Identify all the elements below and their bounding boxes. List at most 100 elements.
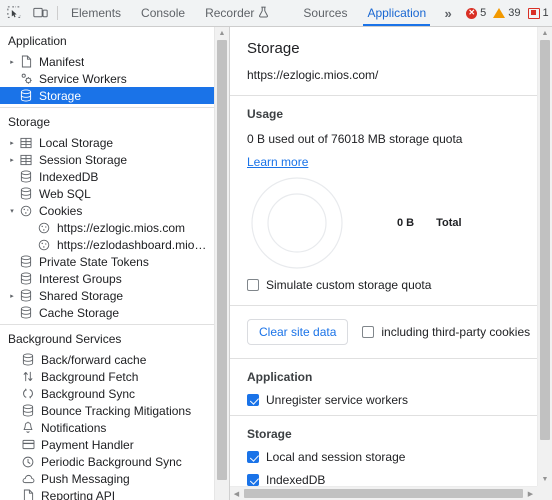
sidebar-item-manifest[interactable]: ▸ Manifest	[0, 53, 214, 70]
tab-application[interactable]: Application	[357, 0, 436, 26]
error-counter[interactable]: ✕ 5	[466, 7, 486, 19]
third-party-cookies-checkbox[interactable]	[362, 326, 375, 338]
scroll-right-arrow-icon[interactable]: ▶	[524, 490, 537, 498]
table-icon	[18, 154, 34, 166]
database-icon	[18, 89, 34, 102]
tab-elements-label: Elements	[71, 6, 122, 20]
unregister-service-workers-checkbox[interactable]	[247, 394, 259, 406]
clear-site-data-button[interactable]: Clear site data	[247, 319, 349, 345]
issues-counter[interactable]: 1	[527, 7, 549, 19]
sidebar-item-background-sync[interactable]: Background Sync	[0, 385, 214, 402]
sidebar-item-manifest-label: Manifest	[39, 54, 85, 69]
database-icon	[20, 404, 36, 417]
sidebar-item-cookies-label: Cookies	[39, 203, 83, 218]
sidebar-item-service-workers-label: Service Workers	[39, 71, 127, 86]
scroll-down-arrow-icon[interactable]: ▼	[538, 473, 552, 486]
sidebar-item-interest-groups[interactable]: Interest Groups	[0, 270, 214, 287]
sidebar-item-cookie-origin-2[interactable]: https://ezlodashboard.mios.com	[0, 236, 214, 253]
warning-counter[interactable]: 39	[493, 7, 521, 19]
sidebar-item-session-storage[interactable]: ▸ Session Storage	[0, 151, 214, 168]
sidebar-item-indexeddb-label: IndexedDB	[39, 169, 99, 184]
local-session-storage-checkbox[interactable]	[247, 451, 259, 463]
sidebar-item-background-fetch[interactable]: Background Fetch	[0, 368, 214, 385]
chevron-down-icon[interactable]: ▾	[6, 207, 18, 215]
scroll-up-arrow-icon[interactable]: ▲	[215, 27, 229, 40]
sidebar-scrollbar[interactable]: ▲	[214, 27, 229, 500]
sidebar-item-interest-groups-label: Interest Groups	[39, 271, 122, 286]
sidebar-item-push-messaging[interactable]: Push Messaging	[0, 470, 214, 487]
sidebar-item-storage[interactable]: Storage	[0, 87, 214, 104]
simulate-quota-checkbox[interactable]	[247, 279, 259, 291]
sidebar-item-notifications[interactable]: Notifications	[0, 419, 214, 436]
tab-elements[interactable]: Elements	[61, 0, 131, 26]
sidebar-item-back-forward-cache[interactable]: Back/forward cache	[0, 351, 214, 368]
tab-sources[interactable]: Sources	[293, 0, 357, 26]
indexeddb-checkbox[interactable]	[247, 474, 259, 486]
tab-console[interactable]: Console	[131, 0, 195, 26]
chevron-right-icon[interactable]: ▸	[6, 292, 18, 300]
chevron-right-icon[interactable]: ▸	[6, 58, 18, 66]
panel-vertical-scrollbar[interactable]: ▲ ▼	[537, 27, 552, 486]
sidebar-item-periodic-background-sync[interactable]: Periodic Background Sync	[0, 453, 214, 470]
sidebar-group-background-items: Back/forward cache Background Fetch Back…	[0, 351, 214, 500]
scroll-up-arrow-icon[interactable]: ▲	[538, 27, 552, 40]
scroll-left-arrow-icon[interactable]: ◀	[230, 490, 243, 498]
sync-icon	[20, 387, 36, 400]
sidebar-item-reporting-api[interactable]: Reporting API	[0, 487, 214, 500]
sidebar-item-cookie-origin-2-label: https://ezlodashboard.mios.com	[57, 237, 210, 252]
document-icon	[20, 489, 36, 500]
sidebar-item-notifications-label: Notifications	[41, 420, 107, 435]
error-icon: ✕	[466, 7, 478, 19]
sidebar-item-storage-label: Storage	[39, 88, 82, 103]
database-icon	[18, 272, 34, 285]
unregister-service-workers-row[interactable]: Unregister service workers	[247, 393, 537, 407]
sidebar-item-web-sql-label: Web SQL	[39, 186, 91, 201]
sidebar-item-bounce-tracking-mitigations[interactable]: Bounce Tracking Mitigations	[0, 402, 214, 419]
sidebar-scrollbar-thumb[interactable]	[217, 40, 227, 480]
usage-heading: Usage	[247, 107, 284, 121]
usage-quota-text: 0 B used out of 76018 MB storage quota	[247, 132, 463, 146]
sidebar-item-back-forward-cache-label: Back/forward cache	[41, 352, 147, 367]
simulate-quota-row[interactable]: Simulate custom storage quota	[247, 278, 537, 292]
panel-horizontal-scrollbar[interactable]: ◀ ▶	[230, 486, 537, 500]
sidebar-item-cookie-origin-1[interactable]: https://ezlogic.mios.com	[0, 219, 214, 236]
usage-donut-chart	[247, 175, 347, 271]
sidebar-item-shared-storage[interactable]: ▸ Shared Storage	[0, 287, 214, 304]
devtools-tab-strip: Elements Console Recorder Sources Applic…	[61, 0, 436, 26]
tab-application-label: Application	[367, 6, 427, 20]
flask-icon	[258, 6, 269, 21]
sidebar-item-cookies[interactable]: ▾ Cookies	[0, 202, 214, 219]
usage-graph-row: 0 B Total	[247, 175, 537, 271]
sidebar-item-local-storage[interactable]: ▸ Local Storage	[0, 134, 214, 151]
error-count: 5	[480, 7, 487, 19]
storage-panel: Storage https://ezlogic.mios.com/ Usage …	[230, 27, 552, 500]
learn-more-link[interactable]: Learn more	[247, 155, 308, 169]
sidebar-item-service-workers[interactable]: Service Workers	[0, 70, 214, 87]
indexeddb-row[interactable]: IndexedDB	[247, 473, 537, 486]
sidebar-item-background-fetch-label: Background Fetch	[41, 369, 139, 384]
sidebar-item-web-sql[interactable]: Web SQL	[0, 185, 214, 202]
chevron-right-icon[interactable]: ▸	[6, 139, 18, 147]
sidebar-item-payment-handler[interactable]: Payment Handler	[0, 436, 214, 453]
local-session-storage-row[interactable]: Local and session storage	[247, 450, 537, 464]
inspect-cursor-icon[interactable]	[0, 0, 27, 26]
sidebar-item-bounce-tracking-label: Bounce Tracking Mitigations	[41, 403, 192, 418]
more-tabs-button[interactable]: »	[436, 0, 460, 26]
devtools-body: Application ▸ Manifest Service Workers S…	[0, 27, 552, 500]
tab-console-label: Console	[141, 6, 186, 20]
sidebar-item-session-storage-label: Session Storage	[39, 152, 128, 167]
device-toolbar-icon-glyph	[33, 7, 48, 18]
tab-recorder-label: Recorder	[205, 6, 255, 20]
cloud-icon	[20, 474, 36, 484]
panel-vertical-scrollbar-thumb[interactable]	[540, 40, 550, 440]
chevron-right-icon[interactable]: ▸	[6, 156, 18, 164]
sidebar-item-private-state-tokens[interactable]: Private State Tokens	[0, 253, 214, 270]
simulate-quota-label: Simulate custom storage quota	[266, 278, 432, 292]
sidebar-item-indexeddb[interactable]: IndexedDB	[0, 168, 214, 185]
clock-icon	[20, 456, 36, 468]
sidebar-item-cache-storage[interactable]: Cache Storage	[0, 304, 214, 321]
third-party-cookies-row[interactable]: including third-party cookies	[362, 325, 530, 339]
tab-recorder[interactable]: Recorder	[195, 0, 279, 26]
panel-horizontal-scrollbar-thumb[interactable]	[244, 489, 523, 498]
device-toolbar-icon[interactable]	[27, 0, 54, 26]
